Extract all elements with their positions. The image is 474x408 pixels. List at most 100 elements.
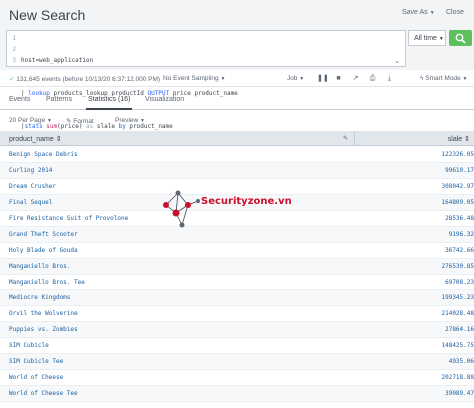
caret-down-icon: ▼: [46, 118, 52, 124]
cell-slale[interactable]: 27864.16: [445, 326, 474, 333]
per-page-label: 20 Per Page: [9, 117, 46, 124]
table-row: Benign Space Debris 122326.05: [0, 147, 474, 163]
securityzone-watermark: Securityzone.vn: [158, 183, 292, 233]
table-row: Manganiello Bros. 276530.85: [0, 258, 474, 275]
share-icon[interactable]: ↗: [351, 74, 360, 83]
app-header: New Search Save As ▼ Close: [0, 0, 474, 30]
table-row: Manganiello Bros. Tee 69708.23: [0, 275, 474, 291]
format-button[interactable]: ✎ Format: [66, 117, 94, 125]
cell-product-name[interactable]: Puppies vs. Zombies: [9, 326, 78, 333]
cell-product-name[interactable]: Grand Theft Scooter: [9, 231, 78, 238]
event-count-text: 131,645 events (before 10/13/20 6:37:12.…: [16, 76, 161, 83]
job-menu[interactable]: Job ▼: [287, 75, 304, 82]
search-bar-area: 1 2 3 host=web_application | lookup prod…: [0, 30, 474, 130]
print-icon[interactable]: ⎙: [368, 74, 377, 83]
stop-icon[interactable]: ■: [334, 74, 343, 83]
event-sampling-dropdown[interactable]: No Event Sampling ▼: [163, 75, 225, 82]
active-tab-indicator: [86, 108, 132, 110]
cell-slale[interactable]: 9196.32: [449, 231, 474, 238]
cell-slale[interactable]: 39089.47: [445, 390, 474, 397]
cell-product-name[interactable]: Orvil the Wolverine: [9, 310, 78, 317]
cell-slale[interactable]: 148425.75: [441, 342, 474, 349]
search-mode-dropdown[interactable]: ϟ Smart Mode ▼: [420, 75, 467, 82]
sort-icon: ⇕: [55, 136, 62, 143]
checkmark-icon: ✓: [9, 76, 15, 83]
cell-product-name[interactable]: Benign Space Debris: [9, 151, 78, 158]
cell-product-name[interactable]: Final Sequel: [9, 199, 52, 206]
caret-down-icon: ▼: [139, 118, 145, 124]
cell-product-name[interactable]: SIM Cubicle Tee: [9, 358, 63, 365]
cell-slale[interactable]: 164809.05: [441, 199, 474, 206]
pause-icon[interactable]: ❚❚: [317, 74, 329, 83]
edit-column-icon[interactable]: ✎: [343, 135, 348, 142]
table-row: Holy Blade of Gouda 36742.66: [0, 243, 474, 259]
search-query-editor[interactable]: 1 2 3 host=web_application | lookup prod…: [6, 30, 406, 130]
watermark-text: Securityzone.vn: [201, 196, 292, 207]
search-mode-label: Smart Mode: [425, 75, 461, 82]
cell-product-name[interactable]: World of Cheese Tee: [9, 390, 78, 397]
line-number: 2: [12, 46, 16, 53]
tab-visualization[interactable]: Visualization: [145, 96, 184, 103]
tab-events[interactable]: Events: [9, 96, 30, 103]
results-tabs: Events Patterns Statistics (16) Visualiz…: [0, 88, 474, 110]
cell-product-name[interactable]: Fire Resistance Suit of Provolone: [9, 215, 128, 222]
cell-product-name[interactable]: World of Cheese: [9, 374, 63, 381]
table-row: Puppies vs. Zombies 27864.16: [0, 322, 474, 339]
column-header-product-name[interactable]: product_name ⇕: [9, 135, 62, 143]
cell-slale[interactable]: 199345.23: [441, 294, 474, 301]
preview-label: Preview: [115, 117, 139, 124]
query-line-1-text: host=web_application: [21, 57, 94, 64]
cell-slale[interactable]: 214028.48: [441, 310, 474, 317]
table-row: Orvil the Wolverine 214028.48: [0, 306, 474, 323]
close-button[interactable]: Close: [446, 9, 464, 16]
caret-down-icon: ▼: [429, 10, 435, 16]
cell-slale[interactable]: 202718.88: [441, 374, 474, 381]
per-page-dropdown[interactable]: 20 Per Page ▼: [9, 117, 52, 124]
preview-dropdown[interactable]: Preview ▼: [115, 117, 145, 124]
column-divider: [354, 131, 355, 146]
tab-statistics[interactable]: Statistics (16): [88, 96, 130, 103]
search-button[interactable]: [449, 30, 472, 46]
table-row: SIM Cubicle Tee 4935.06: [0, 354, 474, 371]
cell-product-name[interactable]: Manganiello Bros.: [9, 263, 70, 270]
save-as-button[interactable]: Save As ▼: [402, 9, 435, 16]
query-line-1: host=web_application: [21, 55, 238, 66]
line-numbers: 1 2 3: [10, 33, 16, 66]
cell-slale[interactable]: 122326.05: [441, 151, 474, 158]
cell-slale[interactable]: 99610.17: [445, 167, 474, 174]
column-header-slale[interactable]: slale ⇕: [448, 135, 470, 143]
table-row: Curling 2014 99610.17: [0, 162, 474, 179]
table-row: Mediocre Kingdoms 199345.23: [0, 290, 474, 307]
table-row: World of Cheese Tee 39089.47: [0, 386, 474, 402]
table-row: SIM Cubicle 148425.75: [0, 338, 474, 355]
caret-down-icon: ▼: [220, 76, 226, 82]
table-row: World of Cheese 202718.88: [0, 370, 474, 387]
tab-patterns[interactable]: Patterns: [46, 96, 72, 103]
column-header-label: slale: [447, 136, 463, 143]
job-status-bar: ✓ 131,645 events (before 10/13/20 6:37:1…: [0, 70, 474, 87]
cell-slale[interactable]: 69708.23: [445, 279, 474, 286]
magnifier-icon: [455, 33, 466, 44]
event-count-status: ✓ 131,645 events (before 10/13/20 6:37:1…: [9, 75, 160, 83]
cell-product-name[interactable]: Dream Crusher: [9, 183, 56, 190]
cell-slale[interactable]: 308042.97: [441, 183, 474, 190]
time-range-picker[interactable]: All time ▼: [408, 30, 446, 46]
cell-product-name[interactable]: Mediocre Kingdoms: [9, 294, 70, 301]
cell-product-name[interactable]: Curling 2014: [9, 167, 52, 174]
sort-icon: ⇕: [464, 136, 470, 143]
cell-slale[interactable]: 276530.85: [441, 263, 474, 270]
cell-slale[interactable]: 4935.06: [449, 358, 474, 365]
cell-product-name[interactable]: Manganiello Bros. Tee: [9, 279, 85, 286]
line-number: 1: [12, 35, 16, 42]
cell-slale[interactable]: 36742.66: [445, 247, 474, 254]
caret-down-icon: ▼: [299, 76, 305, 82]
expand-editor-icon[interactable]: ⌄: [394, 57, 400, 65]
pencil-icon: ✎: [66, 118, 72, 125]
format-label: Format: [73, 118, 94, 125]
cell-product-name[interactable]: Holy Blade of Gouda: [9, 247, 78, 254]
cell-slale[interactable]: 28536.48: [445, 215, 474, 222]
lightning-icon: ϟ: [420, 75, 424, 82]
export-icon[interactable]: ⤓: [385, 74, 394, 83]
cell-product-name[interactable]: SIM Cubicle: [9, 342, 49, 349]
caret-down-icon: ▼: [438, 36, 444, 42]
